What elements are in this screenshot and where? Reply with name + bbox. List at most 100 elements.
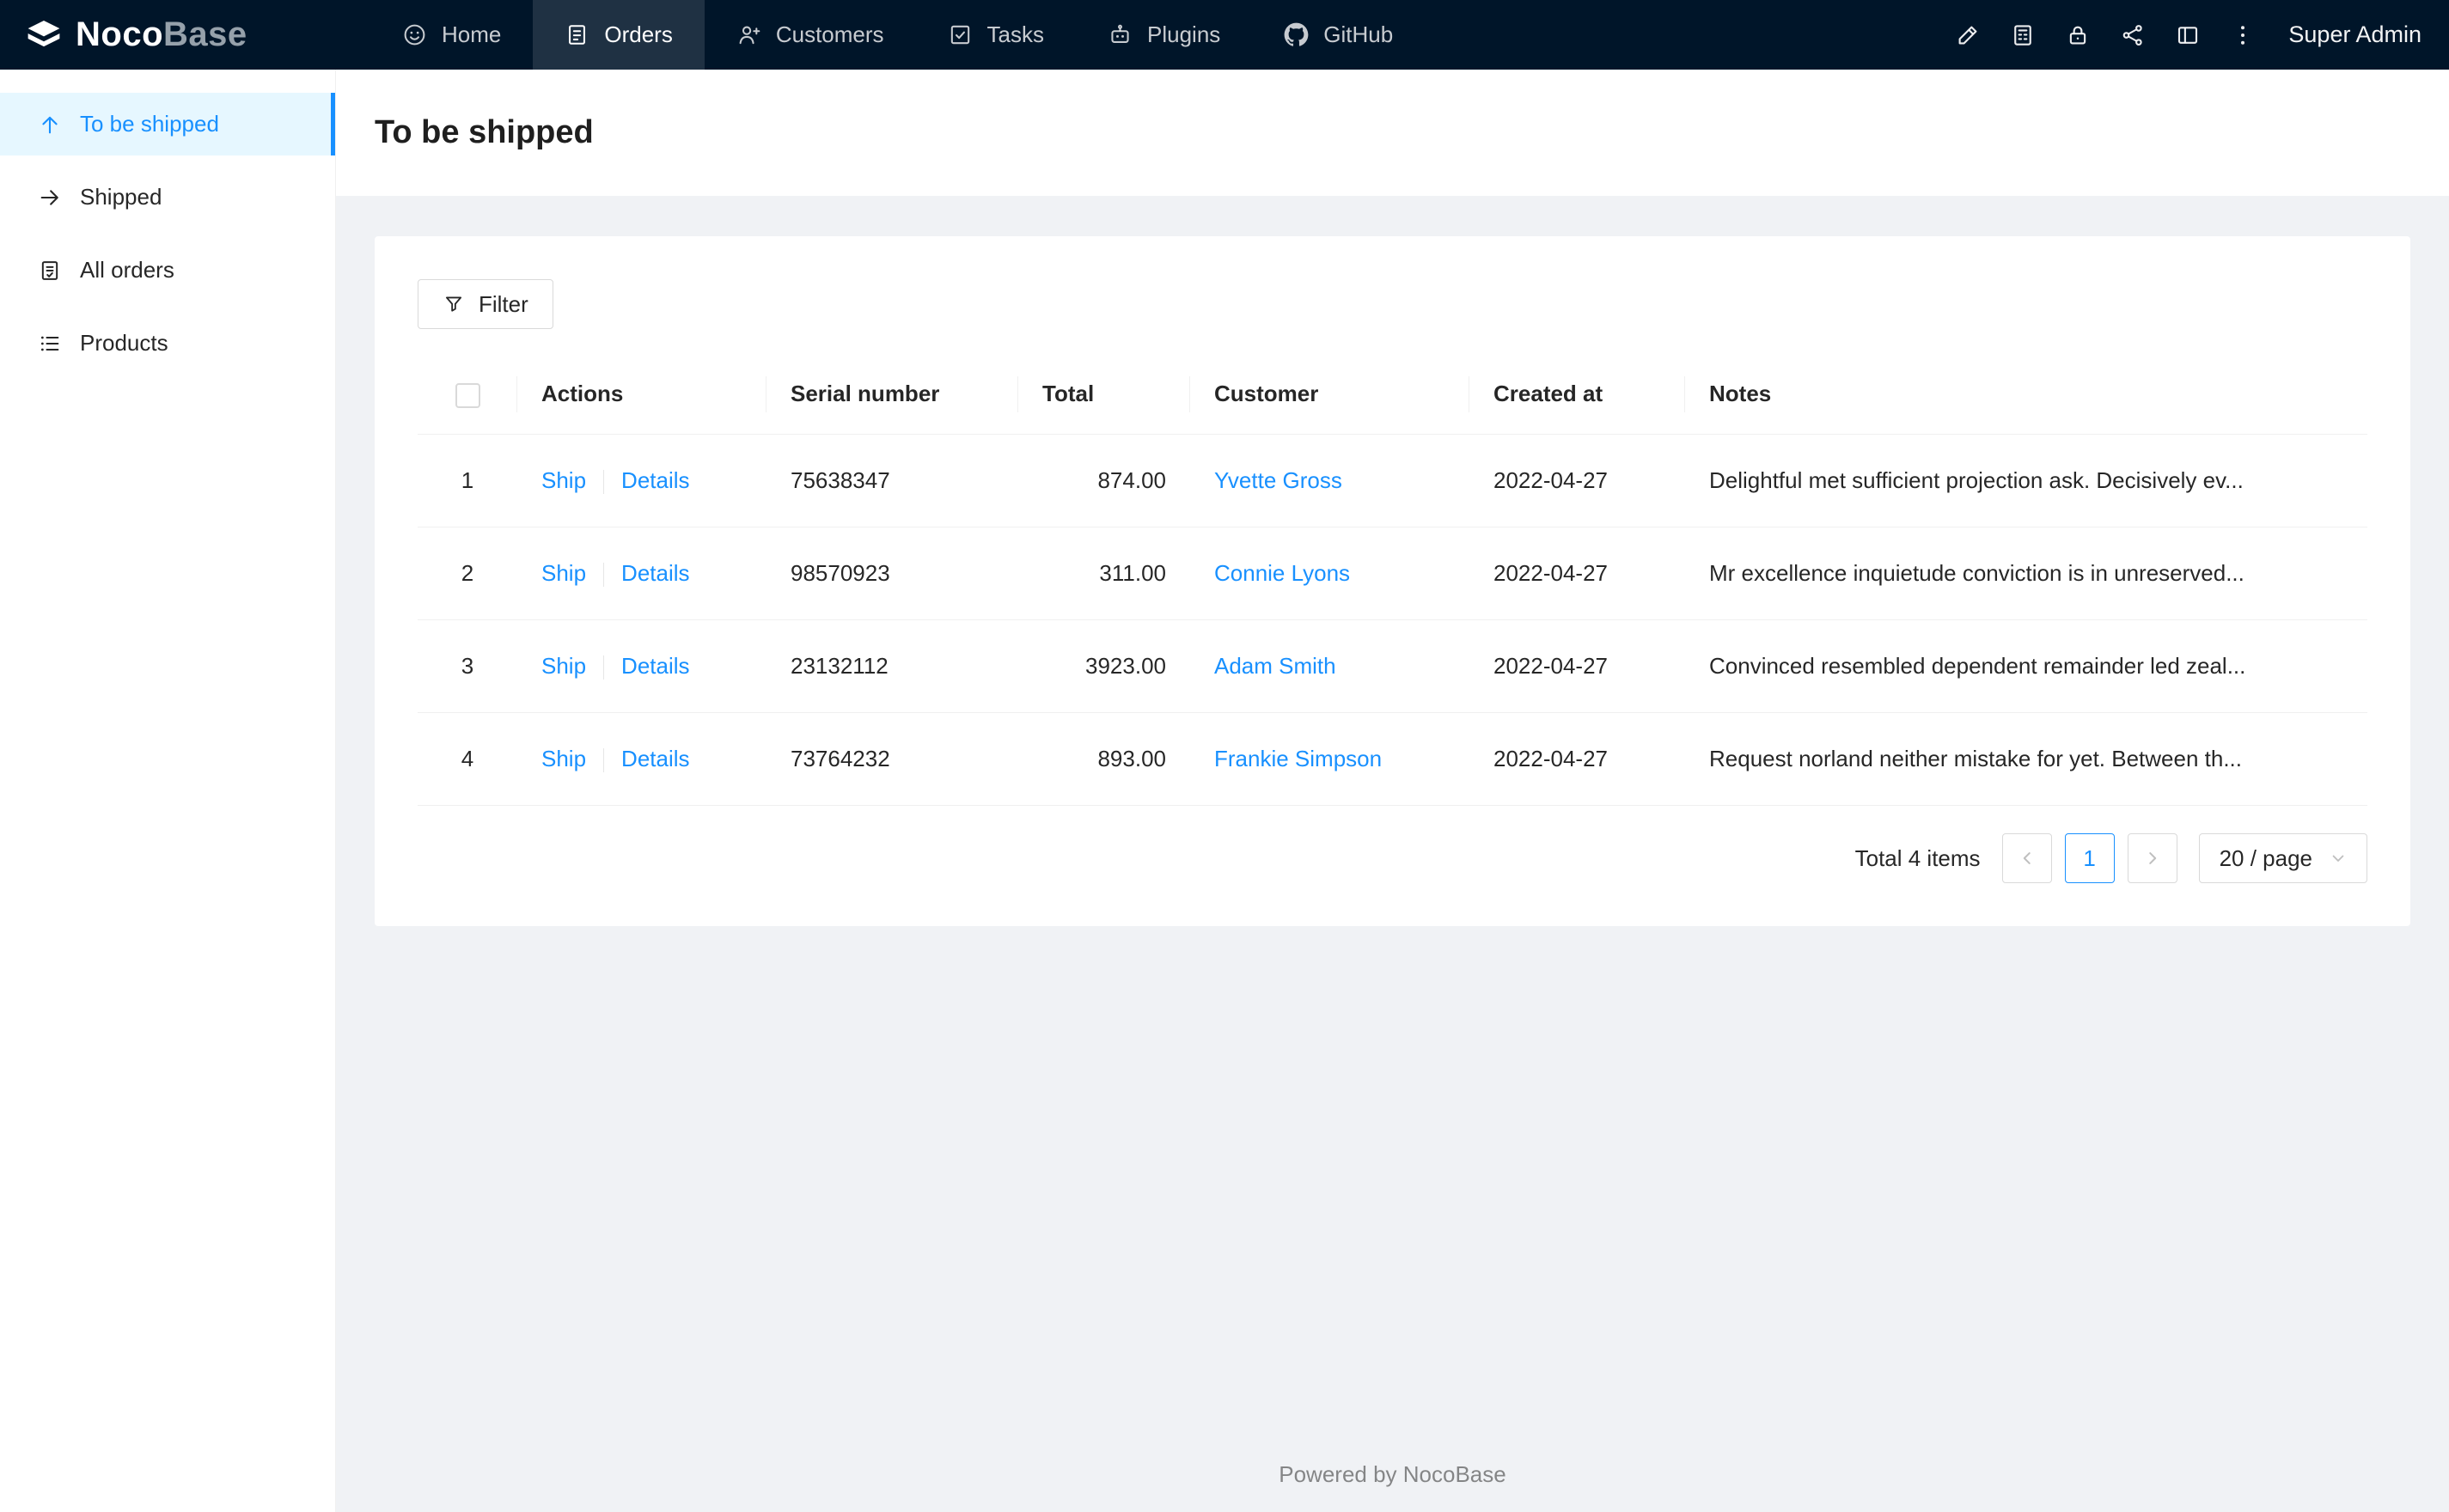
notes-cell: Request norland neither mistake for yet.… xyxy=(1685,712,2367,807)
total-cell: 3923.00 xyxy=(1018,619,1190,714)
highlighter-icon[interactable] xyxy=(1945,12,1991,58)
customer-cell: Yvette Gross xyxy=(1190,434,1469,527)
sidebar-item-label: All orders xyxy=(80,257,174,283)
table-row: 1 Ship Details 75638347 874.00 Yvette Gro… xyxy=(418,434,2367,527)
created-at-cell: 2022-04-27 xyxy=(1469,527,1685,620)
nav-item-tasks[interactable]: Tasks xyxy=(916,0,1076,70)
created-at-cell: 2022-04-27 xyxy=(1469,712,1685,807)
calculator-icon[interactable] xyxy=(2000,12,2046,58)
sidebar-item-to-be-shipped[interactable]: To be shipped xyxy=(0,93,335,155)
sidebar-item-label: To be shipped xyxy=(80,111,219,137)
total-cell: 874.00 xyxy=(1018,434,1190,527)
total-cell: 311.00 xyxy=(1018,527,1190,620)
nav-item-label: Plugins xyxy=(1147,21,1221,47)
filter-button[interactable]: Filter xyxy=(418,279,553,329)
pagination-total: Total 4 items xyxy=(1854,844,1981,871)
customer-cell: Adam Smith xyxy=(1190,619,1469,714)
nav-item-label: Orders xyxy=(604,21,673,47)
customer-link[interactable]: Yvette Gross xyxy=(1214,467,1342,493)
nav-item-github[interactable]: GitHub xyxy=(1252,0,1425,70)
table-row: 4 Ship Details 73764232 893.00 Frankie Si… xyxy=(418,712,2367,807)
nav-item-orders[interactable]: Orders xyxy=(533,0,705,70)
arrow-up-icon xyxy=(38,113,62,137)
pagination-next-button[interactable] xyxy=(2127,833,2177,884)
details-link[interactable]: Details xyxy=(621,467,689,493)
action-divider xyxy=(603,469,605,494)
notes-cell: Mr excellence inquietude conviction is i… xyxy=(1685,527,2367,620)
customer-icon xyxy=(736,22,761,47)
action-divider xyxy=(603,748,605,773)
orders-card: Filter Actions Serial number Total Custo… xyxy=(375,236,2410,927)
more-icon[interactable] xyxy=(2220,12,2266,58)
sidebar-item-all-orders[interactable]: All orders xyxy=(0,239,335,302)
github-icon xyxy=(1284,22,1309,47)
sidebar-item-label: Shipped xyxy=(80,184,162,210)
row-index: 1 xyxy=(418,434,517,527)
arrow-right-icon xyxy=(38,186,62,210)
powered-by-footer: Powered by NocoBase xyxy=(1279,1461,1506,1487)
created-at-cell: 2022-04-27 xyxy=(1469,619,1685,714)
details-link[interactable]: Details xyxy=(621,746,689,771)
details-link[interactable]: Details xyxy=(621,560,689,586)
pagination-page-1[interactable]: 1 xyxy=(2064,833,2115,884)
serial-number-cell: 75638347 xyxy=(766,434,1018,527)
nav-item-home[interactable]: Home xyxy=(370,0,533,70)
chevron-left-icon xyxy=(2018,849,2037,868)
column-header-total: Total xyxy=(1018,355,1190,435)
row-index: 4 xyxy=(418,712,517,807)
nav-item-label: Customers xyxy=(775,21,884,47)
row-index: 3 xyxy=(418,619,517,714)
ship-link[interactable]: Ship xyxy=(541,467,586,493)
user-menu[interactable]: Super Admin xyxy=(2288,21,2422,48)
robot-icon xyxy=(1108,22,1133,47)
row-actions: Ship Details xyxy=(517,712,766,807)
share-icon[interactable] xyxy=(2110,12,2156,58)
nav-item-customers[interactable]: Customers xyxy=(705,0,916,70)
main-nav: Home Orders Customers Tasks Plugins GitH… xyxy=(370,0,1425,70)
sidebar-item-shipped[interactable]: Shipped xyxy=(0,166,335,229)
created-at-cell: 2022-04-27 xyxy=(1469,434,1685,527)
pagination-prev-button[interactable] xyxy=(2001,833,2052,884)
details-link[interactable]: Details xyxy=(621,653,689,679)
ship-link[interactable]: Ship xyxy=(541,653,586,679)
nav-item-label: Tasks xyxy=(986,21,1044,47)
customer-cell: Connie Lyons xyxy=(1190,527,1469,620)
select-all-checkbox[interactable] xyxy=(455,382,480,408)
logo[interactable]: NocoBase xyxy=(0,0,336,70)
customer-link[interactable]: Frankie Simpson xyxy=(1214,746,1382,771)
page-title: To be shipped xyxy=(375,114,594,150)
chevron-down-icon xyxy=(2330,850,2347,867)
serial-number-cell: 23132112 xyxy=(766,619,1018,714)
customer-link[interactable]: Adam Smith xyxy=(1214,653,1336,679)
select-all-cell xyxy=(418,355,517,435)
total-cell: 893.00 xyxy=(1018,712,1190,807)
notes-cell: Convinced resembled dependent remainder … xyxy=(1685,619,2367,714)
customer-cell: Frankie Simpson xyxy=(1190,712,1469,807)
page-size-value: 20 / page xyxy=(2219,844,2312,871)
serial-number-cell: 98570923 xyxy=(766,527,1018,620)
ship-link[interactable]: Ship xyxy=(541,746,586,771)
list-icon xyxy=(38,332,62,356)
table-header-row: Actions Serial number Total Customer Cre… xyxy=(418,355,2367,435)
orders-table: Actions Serial number Total Customer Cre… xyxy=(418,355,2367,807)
page-size-select[interactable]: 20 / page xyxy=(2198,833,2367,884)
notes-cell: Delightful met sufficient projection ask… xyxy=(1685,434,2367,527)
action-divider xyxy=(603,562,605,587)
customer-link[interactable]: Connie Lyons xyxy=(1214,560,1350,586)
filter-button-label: Filter xyxy=(479,290,528,317)
sidebar: To be shipped Shipped All orders Product… xyxy=(0,70,336,1512)
ship-link[interactable]: Ship xyxy=(541,560,586,586)
row-actions: Ship Details xyxy=(517,434,766,527)
action-divider xyxy=(603,655,605,680)
layout-icon[interactable] xyxy=(2165,12,2211,58)
lock-icon[interactable] xyxy=(2055,12,2101,58)
chevron-right-icon xyxy=(2143,849,2162,868)
nav-item-plugins[interactable]: Plugins xyxy=(1076,0,1252,70)
pagination: Total 4 items 1 20 / page xyxy=(418,833,2367,884)
table-row: 3 Ship Details 23132112 3923.00 Adam Smit… xyxy=(418,619,2367,714)
check-square-icon xyxy=(948,22,973,47)
sidebar-item-products[interactable]: Products xyxy=(0,312,335,375)
sidebar-item-label: Products xyxy=(80,330,168,356)
navbar-actions: Super Admin xyxy=(1945,0,2449,70)
logo-text-noco: Noco xyxy=(76,15,163,53)
